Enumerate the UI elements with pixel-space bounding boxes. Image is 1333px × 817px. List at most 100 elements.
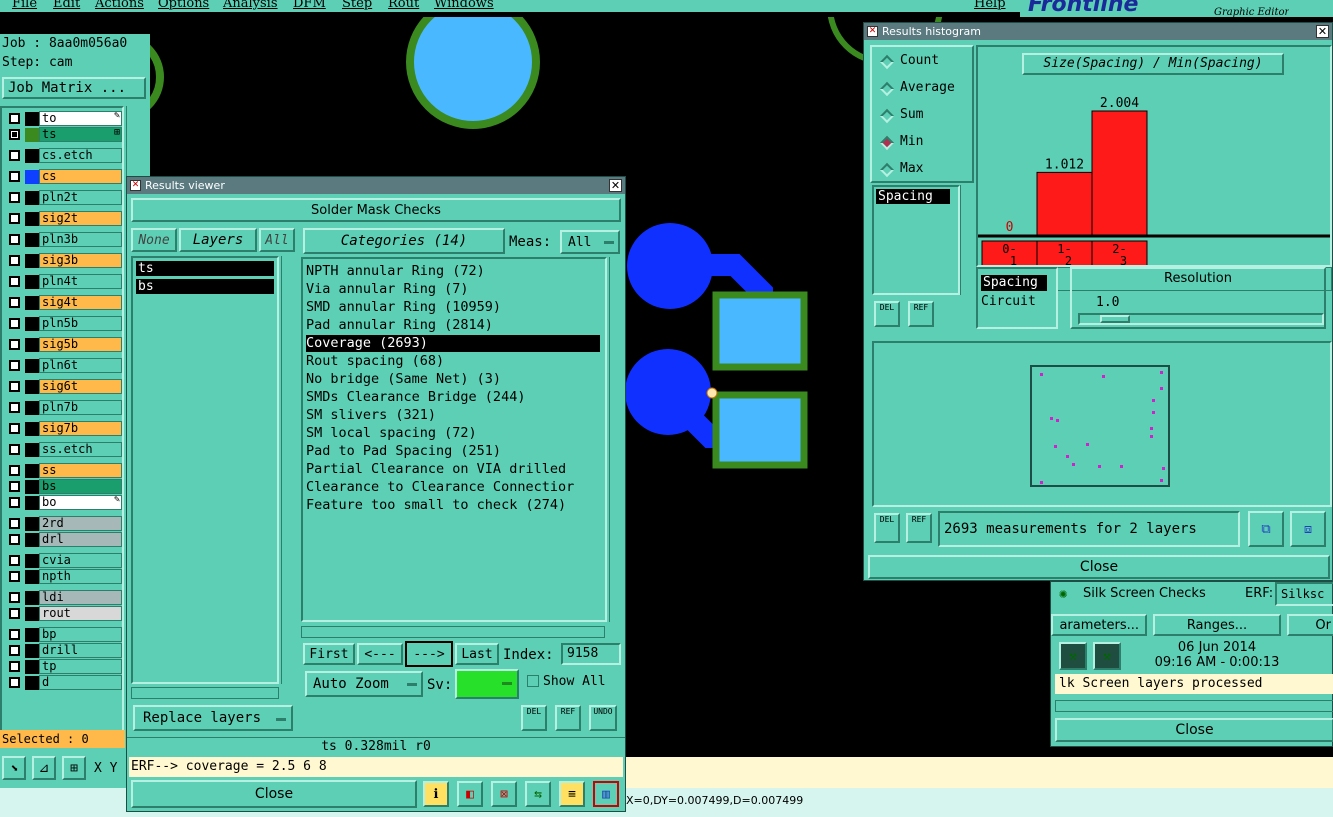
category-item[interactable]: Pad to Pad Spacing (251): [306, 443, 600, 460]
layer-color-swatch[interactable]: [25, 380, 39, 394]
next-button[interactable]: --->: [405, 641, 453, 667]
layer-checkbox[interactable]: [9, 661, 20, 672]
layer-color-swatch[interactable]: [25, 554, 39, 568]
layer-row-pln3b[interactable]: pln3b: [4, 231, 122, 248]
layers-button[interactable]: Layers: [179, 228, 257, 252]
layer-color-swatch[interactable]: [25, 254, 39, 268]
none-button[interactable]: None: [131, 228, 177, 252]
layer-row-bp[interactable]: bp: [4, 626, 122, 643]
layer-row-pln5b[interactable]: pln5b: [4, 315, 122, 332]
highlight-icon[interactable]: ◧: [457, 781, 483, 807]
layer-checkbox[interactable]: [9, 481, 20, 492]
first-button[interactable]: First: [303, 643, 355, 665]
layer-name[interactable]: sig3b: [39, 253, 122, 268]
layer-name[interactable]: drill: [39, 643, 122, 658]
layer-name[interactable]: ts: [39, 127, 122, 142]
layer-checkbox[interactable]: [9, 645, 20, 656]
layer-name[interactable]: cvia: [39, 553, 122, 568]
layer-color-swatch[interactable]: [25, 517, 39, 531]
layers-list[interactable]: ts bs: [131, 256, 279, 684]
menu-dfm[interactable]: DFM: [293, 0, 326, 11]
layer-color-swatch[interactable]: [25, 570, 39, 584]
layer-checkbox[interactable]: [9, 534, 20, 545]
layer-name[interactable]: ldi: [39, 590, 122, 605]
layer-color-swatch[interactable]: [25, 533, 39, 547]
layer-checkbox[interactable]: [9, 608, 20, 619]
layer-checkbox[interactable]: [9, 255, 20, 266]
layer-color-swatch[interactable]: [25, 338, 39, 352]
solder-mask-header[interactable]: Solder Mask Checks: [131, 198, 621, 222]
layer-name[interactable]: cs: [39, 169, 122, 184]
category-item[interactable]: Pad annular Ring (2814): [306, 317, 600, 334]
layer-checkbox[interactable]: [9, 171, 20, 182]
silk-close-button[interactable]: Close: [1055, 718, 1333, 742]
menu-actions[interactable]: Actions: [95, 0, 144, 11]
run-check-alt-icon[interactable]: ⚒: [1093, 642, 1121, 670]
layer-color-swatch[interactable]: [25, 128, 39, 142]
layer-name[interactable]: sig2t: [39, 211, 122, 226]
layer-row-ldi[interactable]: ldi: [4, 589, 122, 606]
type-item-spacing[interactable]: Spacing: [981, 275, 1047, 291]
layer-color-swatch[interactable]: [25, 317, 39, 331]
layer-name[interactable]: ss: [39, 463, 122, 478]
menu-help[interactable]: Help: [974, 0, 1006, 11]
layer-row-ss[interactable]: ss: [4, 462, 122, 479]
info-icon[interactable]: ℹ: [423, 781, 449, 807]
layer-name[interactable]: bo: [39, 495, 122, 510]
histogram-close-button[interactable]: Close: [868, 555, 1330, 579]
hist-ref-button[interactable]: REF: [908, 301, 934, 327]
replace-layers-dropdown[interactable]: Replace layers: [133, 705, 293, 731]
layer-name[interactable]: npth: [39, 569, 122, 584]
layer-checkbox[interactable]: [9, 234, 20, 245]
layer-color-swatch[interactable]: [25, 233, 39, 247]
layer-checkbox[interactable]: [9, 592, 20, 603]
layer-name[interactable]: pln2t: [39, 190, 122, 205]
overview-del-button[interactable]: DEL: [874, 513, 900, 543]
layer-row-to[interactable]: to ✎: [4, 110, 122, 127]
layer-checkbox[interactable]: [9, 444, 20, 455]
categories-scrollbar[interactable]: [609, 257, 623, 622]
hist-del-button[interactable]: DEL: [874, 301, 900, 327]
layer-color-swatch[interactable]: [25, 275, 39, 289]
index-field[interactable]: 9158: [561, 643, 621, 665]
layer-row-drl[interactable]: drl: [4, 531, 122, 548]
layer-name[interactable]: bs: [39, 479, 122, 494]
layer-row-pln4t[interactable]: pln4t: [4, 273, 122, 290]
undo-button[interactable]: UNDO: [589, 705, 617, 731]
pointer-tool-icon[interactable]: ⬊: [2, 756, 26, 780]
layer-name[interactable]: sig7b: [39, 421, 122, 436]
layer-checkbox[interactable]: [9, 402, 20, 413]
layer-row-ts[interactable]: ts ⊞: [4, 126, 122, 143]
layer-color-swatch[interactable]: [25, 660, 39, 674]
menu-rout[interactable]: Rout: [388, 0, 419, 11]
category-item[interactable]: SM slivers (321): [306, 407, 600, 424]
close-icon[interactable]: ✕: [1316, 25, 1329, 38]
layer-name[interactable]: tp: [39, 659, 122, 674]
layer-row-cvia[interactable]: cvia: [4, 552, 122, 569]
layer-name[interactable]: sig4t: [39, 295, 122, 310]
type-list[interactable]: Spacing Circuit: [976, 267, 1058, 329]
layer-row-pln2t[interactable]: pln2t: [4, 189, 122, 206]
layer-checkbox[interactable]: [9, 381, 20, 392]
layer-row-npth[interactable]: npth: [4, 568, 122, 585]
slider-thumb[interactable]: [1100, 315, 1130, 323]
layer-name[interactable]: d: [39, 675, 122, 690]
category-item[interactable]: Clearance to Clearance Connectior: [306, 479, 600, 496]
menu-edit[interactable]: Edit: [53, 0, 80, 11]
layer-name[interactable]: pln4t: [39, 274, 122, 289]
type-item-circuit[interactable]: Circuit: [981, 294, 1036, 309]
layer-name[interactable]: 2rd: [39, 516, 122, 531]
category-item[interactable]: Via annular Ring (7): [306, 281, 600, 298]
category-item[interactable]: SMD annular Ring (10959): [306, 299, 600, 316]
category-item[interactable]: Feature too small to check (274): [306, 497, 600, 514]
layer-name[interactable]: sig5b: [39, 337, 122, 352]
layer-color-swatch[interactable]: [25, 628, 39, 642]
layer-name[interactable]: drl: [39, 532, 122, 547]
category-item[interactable]: SMDs Clearance Bridge (244): [306, 389, 600, 406]
layer-name[interactable]: pln5b: [39, 316, 122, 331]
layer-checkbox[interactable]: [9, 465, 20, 476]
layer-color-swatch[interactable]: [25, 112, 39, 126]
layer-color-swatch[interactable]: [25, 212, 39, 226]
layer-item-bs[interactable]: bs: [136, 279, 274, 294]
layer-name[interactable]: pln7b: [39, 400, 122, 415]
